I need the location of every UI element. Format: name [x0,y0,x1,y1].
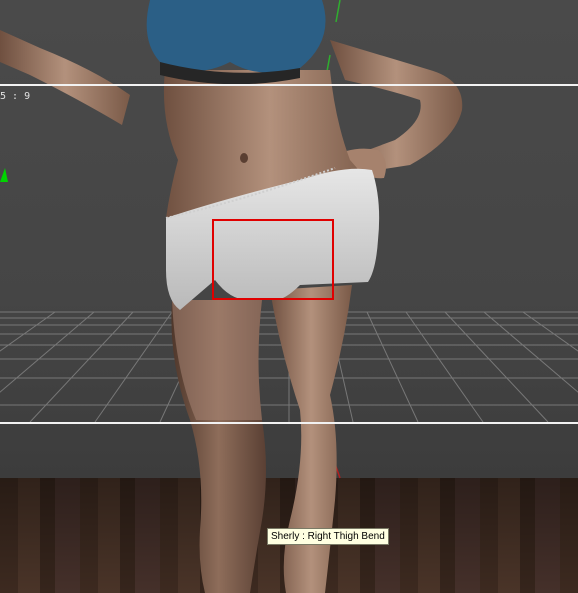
frame-counter: 5 : 9 [0,91,31,102]
green-axis-gizmo[interactable] [0,168,8,182]
3d-viewport[interactable]: 5 : 9 Sherly : Right Thigh Bend [0,0,578,593]
guide-line-top [0,84,578,86]
bone-tooltip: Sherly : Right Thigh Bend [267,528,389,545]
guide-line-bottom [0,422,578,424]
bone-selection-box[interactable] [212,219,334,300]
